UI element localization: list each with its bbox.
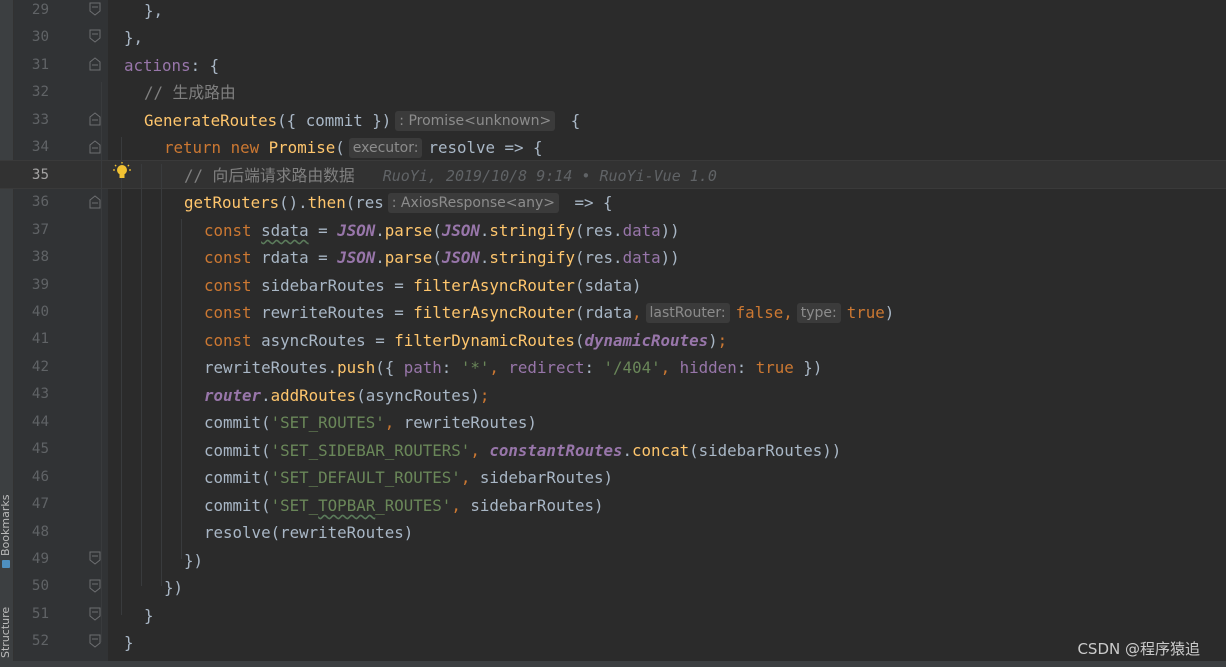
code-line-42: rewriteRoutes.push({ path: '*', redirect… — [204, 358, 823, 377]
type-hint: : Promise<unknown> — [395, 111, 556, 131]
structure-tool-tab[interactable]: Structure — [0, 596, 14, 658]
code-line-48: resolve(rewriteRoutes) — [204, 523, 414, 542]
bookmarks-label: Bookmarks — [0, 494, 12, 556]
line-number[interactable]: 47 — [14, 491, 49, 518]
param-hint: type: — [796, 303, 841, 323]
line-number[interactable]: 42 — [14, 354, 49, 381]
fold-start-icon[interactable] — [89, 112, 101, 126]
fold-start-icon[interactable] — [89, 140, 101, 154]
line-number[interactable]: 30 — [14, 24, 49, 51]
lightbulb-icon[interactable] — [113, 162, 131, 182]
structure-label: Structure — [0, 606, 12, 658]
watermark: CSDN @程序猿追 — [1077, 640, 1200, 658]
tool-window-strip: Bookmarks Structure — [0, 0, 14, 667]
line-number[interactable]: 48 — [14, 519, 49, 546]
line-number[interactable]: 45 — [14, 436, 49, 463]
bookmarks-tool-tab[interactable]: Bookmarks — [0, 478, 14, 568]
code-line-34: return new Promise(executor: resolve => { — [164, 138, 543, 158]
line-number[interactable]: 33 — [14, 107, 49, 134]
code-line-52: } — [124, 633, 134, 652]
param-hint: executor: — [348, 138, 423, 158]
line-number[interactable]: 44 — [14, 409, 49, 436]
code-line-39: const sidebarRoutes = filterAsyncRouter(… — [204, 276, 642, 295]
line-number[interactable]: 35 — [14, 162, 49, 189]
code-line-36: getRouters().then(res: AxiosResponse<any… — [184, 193, 613, 213]
indent-guide — [101, 82, 102, 642]
fold-end-icon[interactable] — [89, 29, 101, 43]
fold-end-icon[interactable] — [89, 551, 101, 565]
line-number[interactable]: 40 — [14, 299, 49, 326]
code-line-37: const sdata = JSON.parse(JSON.stringify(… — [204, 221, 680, 240]
line-number[interactable]: 49 — [14, 546, 49, 573]
code-line-50: }) — [164, 578, 184, 597]
code-line-41: const asyncRoutes = filterDynamicRoutes(… — [204, 331, 728, 350]
line-number[interactable]: 51 — [14, 601, 49, 628]
param-hint: lastRouter: — [645, 303, 730, 323]
code-line-30: }, — [124, 28, 144, 47]
code-line-40: const rewriteRoutes = filterAsyncRouter(… — [204, 303, 895, 323]
line-number[interactable]: 39 — [14, 272, 49, 299]
code-line-51: } — [144, 606, 154, 625]
fold-end-icon[interactable] — [89, 634, 101, 648]
line-number[interactable]: 37 — [14, 217, 49, 244]
code-line-38: const rdata = JSON.parse(JSON.stringify(… — [204, 248, 680, 267]
line-number[interactable]: 46 — [14, 464, 49, 491]
indent-guide — [121, 137, 122, 615]
line-number[interactable]: 36 — [14, 189, 49, 216]
line-number[interactable]: 31 — [14, 52, 49, 79]
bookmark-icon — [2, 560, 10, 568]
line-number[interactable]: 41 — [14, 326, 49, 353]
line-number[interactable]: 38 — [14, 244, 49, 271]
line-number[interactable]: 50 — [14, 573, 49, 600]
line-number[interactable]: 29 — [14, 0, 49, 24]
indent-guide — [181, 219, 182, 559]
fold-start-icon[interactable] — [89, 195, 101, 209]
type-hint: : AxiosResponse<any> — [387, 193, 559, 213]
code-line-46: commit('SET_DEFAULT_ROUTES', sidebarRout… — [204, 468, 613, 487]
line-number[interactable]: 34 — [14, 134, 49, 161]
code-line-35: // 向后端请求路由数据 RuoYi, 2019/10/8 9:14 • RuoY… — [184, 166, 717, 185]
code-line-45: commit('SET_SIDEBAR_ROUTERS', constantRo… — [204, 441, 842, 460]
code-line-49: }) — [184, 551, 204, 570]
git-blame-annotation: RuoYi, 2019/10/8 9:14 • RuoYi-Vue 1.0 — [382, 167, 717, 185]
line-number[interactable]: 32 — [14, 79, 49, 106]
code-line-44: commit('SET_ROUTES', rewriteRoutes) — [204, 413, 537, 432]
fold-end-icon[interactable] — [89, 2, 101, 16]
code-line-32: // 生成路由 — [144, 83, 236, 102]
code-line-47: commit('SET_TOPBAR_ROUTES', sidebarRoute… — [204, 496, 604, 515]
indent-guide — [141, 164, 142, 586]
bottom-scrollbar-track[interactable] — [0, 661, 1226, 667]
line-number[interactable]: 52 — [14, 628, 49, 655]
indent-guide — [161, 164, 162, 586]
fold-end-icon[interactable] — [89, 607, 101, 621]
code-line-33: GenerateRoutes({ commit }): Promise<unkn… — [144, 111, 581, 131]
line-number[interactable]: 43 — [14, 381, 49, 408]
fold-end-icon[interactable] — [89, 579, 101, 593]
code-line-31: actions: { — [124, 56, 220, 75]
code-line-29: }, — [144, 1, 164, 20]
fold-start-icon[interactable] — [89, 57, 101, 71]
code-line-43: router.addRoutes(asyncRoutes); — [204, 386, 490, 405]
